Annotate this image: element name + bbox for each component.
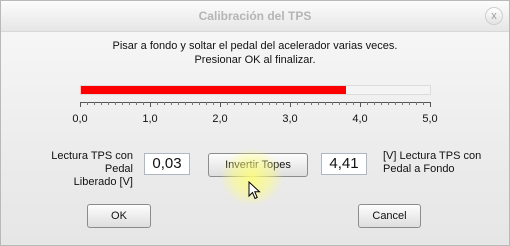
scale-minor-tick	[262, 102, 263, 105]
scale-minor-tick	[171, 102, 172, 105]
scale-major-tick	[150, 102, 151, 107]
scale-minor-tick	[388, 102, 389, 105]
released-reading-label: Lectura TPS con Pedal Liberado [V]	[27, 150, 133, 189]
scale-minor-tick	[423, 102, 424, 105]
scale-minor-tick	[367, 102, 368, 105]
scale-tick-label: 2,0	[212, 113, 228, 125]
scale-tick-label: 1,0	[142, 113, 158, 125]
scale-minor-tick	[297, 102, 298, 105]
scale-minor-tick	[346, 102, 347, 105]
scale-minor-tick	[248, 102, 249, 105]
scale-tick-label: 5,0	[422, 113, 438, 125]
instruction-line-1: Pisar a fondo y soltar el pedal del acel…	[112, 40, 398, 52]
scale-minor-tick	[101, 102, 102, 105]
dialog-body: Pisar a fondo y soltar el pedal del acel…	[1, 32, 509, 245]
scale-minor-tick	[339, 102, 340, 105]
scale-minor-tick	[381, 102, 382, 105]
scale-minor-tick	[304, 102, 305, 105]
scale-major-tick	[220, 102, 221, 107]
scale-minor-tick	[395, 102, 396, 105]
scale-major-tick	[290, 102, 291, 107]
scale-minor-tick	[318, 102, 319, 105]
invert-limits-button[interactable]: Invertir Topes	[208, 153, 308, 177]
scale-minor-tick	[283, 102, 284, 105]
scale-minor-tick	[332, 102, 333, 105]
scale-minor-tick	[136, 102, 137, 105]
scale-minor-tick	[129, 102, 130, 105]
scale-minor-tick	[94, 102, 95, 105]
scale-minor-tick	[108, 102, 109, 105]
scale-minor-tick	[241, 102, 242, 105]
window-title: Calibración del TPS	[198, 9, 312, 23]
scale-minor-tick	[199, 102, 200, 105]
full-label-line-1: [V] Lectura TPS con	[383, 150, 482, 162]
scale-minor-tick	[311, 102, 312, 105]
scale-tick-label: 0,0	[72, 113, 88, 125]
scale-minor-tick	[416, 102, 417, 105]
full-label-line-2: Pedal a Fondo	[383, 163, 455, 175]
tps-progress-bar	[80, 85, 431, 95]
scale-major-tick	[360, 102, 361, 107]
scale-minor-tick	[178, 102, 179, 105]
calibration-dialog: Calibración del TPS x Pisar a fondo y so…	[0, 0, 510, 246]
scale-minor-tick	[234, 102, 235, 105]
scale-minor-tick	[227, 102, 228, 105]
scale-minor-tick	[255, 102, 256, 105]
tps-progress-fill	[81, 86, 347, 94]
scale-minor-tick	[164, 102, 165, 105]
scale-minor-tick	[157, 102, 158, 105]
scale-tick-label: 4,0	[352, 113, 368, 125]
scale-minor-tick	[206, 102, 207, 105]
released-label-line-2: Liberado [V]	[73, 176, 133, 188]
title-bar[interactable]: Calibración del TPS x	[1, 1, 509, 32]
scale-minor-tick	[374, 102, 375, 105]
full-reading-label: [V] Lectura TPS con Pedal a Fondo	[383, 150, 493, 176]
scale-tick-label: 3,0	[282, 113, 298, 125]
ok-button[interactable]: OK	[87, 204, 151, 228]
instruction-line-2: Presionar OK al finalizar.	[194, 54, 316, 66]
released-value-field: 0,03	[144, 153, 190, 175]
scale-minor-tick	[143, 102, 144, 105]
scale-minor-tick	[269, 102, 270, 105]
full-value-field: 4,41	[321, 153, 367, 175]
scale-minor-tick	[276, 102, 277, 105]
scale-minor-tick	[87, 102, 88, 105]
scale-minor-tick	[185, 102, 186, 105]
released-label-line-1: Lectura TPS con Pedal	[51, 150, 133, 175]
scale-minor-tick	[402, 102, 403, 105]
scale-major-tick	[430, 102, 431, 107]
scale-minor-tick	[192, 102, 193, 105]
scale-minor-tick	[325, 102, 326, 105]
close-icon: x	[491, 10, 497, 22]
scale-minor-tick	[122, 102, 123, 105]
scale-major-tick	[80, 102, 81, 107]
cancel-button[interactable]: Cancel	[358, 204, 421, 228]
close-button[interactable]: x	[485, 7, 503, 25]
scale-minor-tick	[115, 102, 116, 105]
scale-minor-tick	[409, 102, 410, 105]
scale-minor-tick	[213, 102, 214, 105]
scale-minor-tick	[353, 102, 354, 105]
